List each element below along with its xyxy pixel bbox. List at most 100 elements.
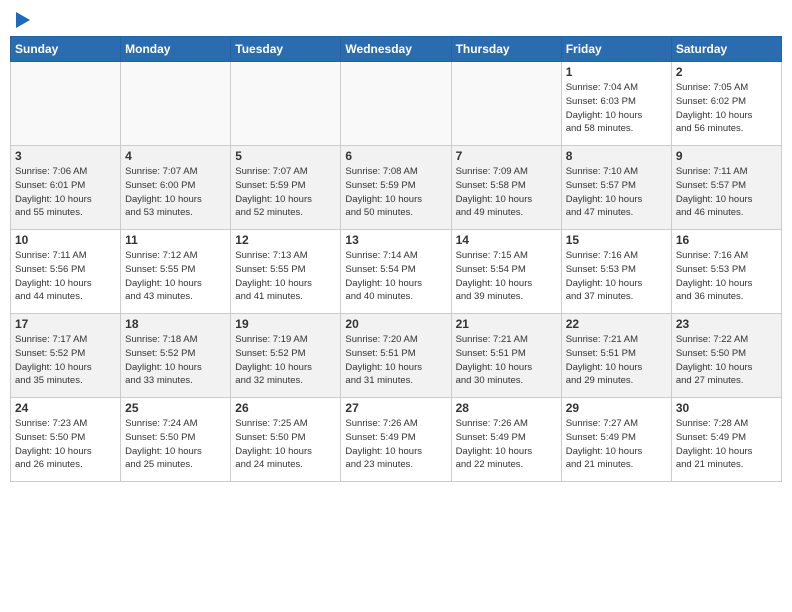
day-info: Sunrise: 7:06 AM Sunset: 6:01 PM Dayligh… bbox=[15, 165, 116, 220]
day-number: 1 bbox=[566, 65, 667, 79]
day-info: Sunrise: 7:05 AM Sunset: 6:02 PM Dayligh… bbox=[676, 81, 777, 136]
calendar-cell: 16 Sunrise: 7:16 AM Sunset: 5:53 PM Dayli… bbox=[671, 230, 781, 314]
day-number: 7 bbox=[456, 149, 557, 163]
day-info: Sunrise: 7:11 AM Sunset: 5:56 PM Dayligh… bbox=[15, 249, 116, 304]
day-info: Sunrise: 7:22 AM Sunset: 5:50 PM Dayligh… bbox=[676, 333, 777, 388]
day-number: 24 bbox=[15, 401, 116, 415]
day-number: 17 bbox=[15, 317, 116, 331]
page-header bbox=[10, 10, 782, 28]
day-info: Sunrise: 7:19 AM Sunset: 5:52 PM Dayligh… bbox=[235, 333, 336, 388]
day-number: 29 bbox=[566, 401, 667, 415]
calendar-cell: 5 Sunrise: 7:07 AM Sunset: 5:59 PM Daylig… bbox=[231, 146, 341, 230]
logo bbox=[14, 14, 30, 28]
day-number: 8 bbox=[566, 149, 667, 163]
calendar-week-3: 10 Sunrise: 7:11 AM Sunset: 5:56 PM Dayli… bbox=[11, 230, 782, 314]
calendar-cell: 20 Sunrise: 7:20 AM Sunset: 5:51 PM Dayli… bbox=[341, 314, 451, 398]
day-info: Sunrise: 7:26 AM Sunset: 5:49 PM Dayligh… bbox=[345, 417, 446, 472]
day-info: Sunrise: 7:16 AM Sunset: 5:53 PM Dayligh… bbox=[676, 249, 777, 304]
day-info: Sunrise: 7:24 AM Sunset: 5:50 PM Dayligh… bbox=[125, 417, 226, 472]
calendar-cell: 22 Sunrise: 7:21 AM Sunset: 5:51 PM Dayli… bbox=[561, 314, 671, 398]
calendar-cell: 28 Sunrise: 7:26 AM Sunset: 5:49 PM Dayli… bbox=[451, 398, 561, 482]
day-info: Sunrise: 7:17 AM Sunset: 5:52 PM Dayligh… bbox=[15, 333, 116, 388]
day-info: Sunrise: 7:21 AM Sunset: 5:51 PM Dayligh… bbox=[566, 333, 667, 388]
calendar-cell: 7 Sunrise: 7:09 AM Sunset: 5:58 PM Daylig… bbox=[451, 146, 561, 230]
day-info: Sunrise: 7:07 AM Sunset: 5:59 PM Dayligh… bbox=[235, 165, 336, 220]
calendar-cell: 24 Sunrise: 7:23 AM Sunset: 5:50 PM Dayli… bbox=[11, 398, 121, 482]
day-number: 28 bbox=[456, 401, 557, 415]
day-number: 16 bbox=[676, 233, 777, 247]
day-info: Sunrise: 7:12 AM Sunset: 5:55 PM Dayligh… bbox=[125, 249, 226, 304]
calendar-week-5: 24 Sunrise: 7:23 AM Sunset: 5:50 PM Dayli… bbox=[11, 398, 782, 482]
calendar-cell: 19 Sunrise: 7:19 AM Sunset: 5:52 PM Dayli… bbox=[231, 314, 341, 398]
calendar-cell bbox=[341, 62, 451, 146]
day-number: 15 bbox=[566, 233, 667, 247]
day-number: 20 bbox=[345, 317, 446, 331]
calendar-cell: 14Sunrise: 7:15 AM Sunset: 5:54 PM Dayli… bbox=[451, 230, 561, 314]
calendar-cell: 18 Sunrise: 7:18 AM Sunset: 5:52 PM Dayli… bbox=[121, 314, 231, 398]
calendar-cell: 4 Sunrise: 7:07 AM Sunset: 6:00 PM Daylig… bbox=[121, 146, 231, 230]
day-info: Sunrise: 7:07 AM Sunset: 6:00 PM Dayligh… bbox=[125, 165, 226, 220]
calendar-cell: 30 Sunrise: 7:28 AM Sunset: 5:49 PM Dayli… bbox=[671, 398, 781, 482]
day-number: 4 bbox=[125, 149, 226, 163]
day-number: 3 bbox=[15, 149, 116, 163]
day-info: Sunrise: 7:16 AM Sunset: 5:53 PM Dayligh… bbox=[566, 249, 667, 304]
calendar-cell bbox=[451, 62, 561, 146]
day-info: Sunrise: 7:20 AM Sunset: 5:51 PM Dayligh… bbox=[345, 333, 446, 388]
day-info: Sunrise: 7:08 AM Sunset: 5:59 PM Dayligh… bbox=[345, 165, 446, 220]
day-info: Sunrise: 7:21 AM Sunset: 5:51 PM Dayligh… bbox=[456, 333, 557, 388]
calendar-cell: 8 Sunrise: 7:10 AM Sunset: 5:57 PM Daylig… bbox=[561, 146, 671, 230]
day-number: 22 bbox=[566, 317, 667, 331]
day-number: 23 bbox=[676, 317, 777, 331]
calendar-cell: 6 Sunrise: 7:08 AM Sunset: 5:59 PM Daylig… bbox=[341, 146, 451, 230]
calendar-cell: 13 Sunrise: 7:14 AM Sunset: 5:54 PM Dayli… bbox=[341, 230, 451, 314]
calendar-cell: 15 Sunrise: 7:16 AM Sunset: 5:53 PM Dayli… bbox=[561, 230, 671, 314]
calendar-cell: 2 Sunrise: 7:05 AM Sunset: 6:02 PM Daylig… bbox=[671, 62, 781, 146]
day-number: 26 bbox=[235, 401, 336, 415]
day-number: 2 bbox=[676, 65, 777, 79]
day-info: Sunrise: 7:14 AM Sunset: 5:54 PM Dayligh… bbox=[345, 249, 446, 304]
weekday-header-friday: Friday bbox=[561, 37, 671, 62]
day-info: Sunrise: 7:28 AM Sunset: 5:49 PM Dayligh… bbox=[676, 417, 777, 472]
day-info: Sunrise: 7:18 AM Sunset: 5:52 PM Dayligh… bbox=[125, 333, 226, 388]
day-info: Sunrise: 7:15 AM Sunset: 5:54 PM Dayligh… bbox=[456, 249, 557, 304]
day-info: Sunrise: 7:25 AM Sunset: 5:50 PM Dayligh… bbox=[235, 417, 336, 472]
calendar-cell: 9Sunrise: 7:11 AM Sunset: 5:57 PM Daylig… bbox=[671, 146, 781, 230]
logo-arrow-icon bbox=[16, 12, 30, 28]
calendar-cell bbox=[231, 62, 341, 146]
calendar-week-2: 3 Sunrise: 7:06 AM Sunset: 6:01 PM Daylig… bbox=[11, 146, 782, 230]
day-info: Sunrise: 7:11 AM Sunset: 5:57 PM Dayligh… bbox=[676, 165, 777, 220]
day-info: Sunrise: 7:13 AM Sunset: 5:55 PM Dayligh… bbox=[235, 249, 336, 304]
day-info: Sunrise: 7:27 AM Sunset: 5:49 PM Dayligh… bbox=[566, 417, 667, 472]
weekday-header-saturday: Saturday bbox=[671, 37, 781, 62]
calendar-cell: 25 Sunrise: 7:24 AM Sunset: 5:50 PM Dayli… bbox=[121, 398, 231, 482]
day-number: 12 bbox=[235, 233, 336, 247]
day-number: 25 bbox=[125, 401, 226, 415]
day-number: 19 bbox=[235, 317, 336, 331]
calendar-table: SundayMondayTuesdayWednesdayThursdayFrid… bbox=[10, 36, 782, 482]
calendar-header-row: SundayMondayTuesdayWednesdayThursdayFrid… bbox=[11, 37, 782, 62]
calendar-cell bbox=[11, 62, 121, 146]
calendar-cell bbox=[121, 62, 231, 146]
weekday-header-thursday: Thursday bbox=[451, 37, 561, 62]
calendar-cell: 3 Sunrise: 7:06 AM Sunset: 6:01 PM Daylig… bbox=[11, 146, 121, 230]
day-number: 10 bbox=[15, 233, 116, 247]
calendar-cell: 17 Sunrise: 7:17 AM Sunset: 5:52 PM Dayli… bbox=[11, 314, 121, 398]
day-number: 30 bbox=[676, 401, 777, 415]
day-number: 13 bbox=[345, 233, 446, 247]
calendar-cell: 1 Sunrise: 7:04 AM Sunset: 6:03 PM Daylig… bbox=[561, 62, 671, 146]
day-number: 18 bbox=[125, 317, 226, 331]
day-info: Sunrise: 7:23 AM Sunset: 5:50 PM Dayligh… bbox=[15, 417, 116, 472]
day-info: Sunrise: 7:04 AM Sunset: 6:03 PM Dayligh… bbox=[566, 81, 667, 136]
weekday-header-tuesday: Tuesday bbox=[231, 37, 341, 62]
day-info: Sunrise: 7:26 AM Sunset: 5:49 PM Dayligh… bbox=[456, 417, 557, 472]
calendar-cell: 29 Sunrise: 7:27 AM Sunset: 5:49 PM Dayli… bbox=[561, 398, 671, 482]
calendar-cell: 27 Sunrise: 7:26 AM Sunset: 5:49 PM Dayli… bbox=[341, 398, 451, 482]
calendar-cell: 11Sunrise: 7:12 AM Sunset: 5:55 PM Dayli… bbox=[121, 230, 231, 314]
day-number: 27 bbox=[345, 401, 446, 415]
day-number: 6 bbox=[345, 149, 446, 163]
day-number: 5 bbox=[235, 149, 336, 163]
calendar-week-1: 1 Sunrise: 7:04 AM Sunset: 6:03 PM Daylig… bbox=[11, 62, 782, 146]
day-info: Sunrise: 7:09 AM Sunset: 5:58 PM Dayligh… bbox=[456, 165, 557, 220]
calendar-cell: 10 Sunrise: 7:11 AM Sunset: 5:56 PM Dayli… bbox=[11, 230, 121, 314]
day-info: Sunrise: 7:10 AM Sunset: 5:57 PM Dayligh… bbox=[566, 165, 667, 220]
